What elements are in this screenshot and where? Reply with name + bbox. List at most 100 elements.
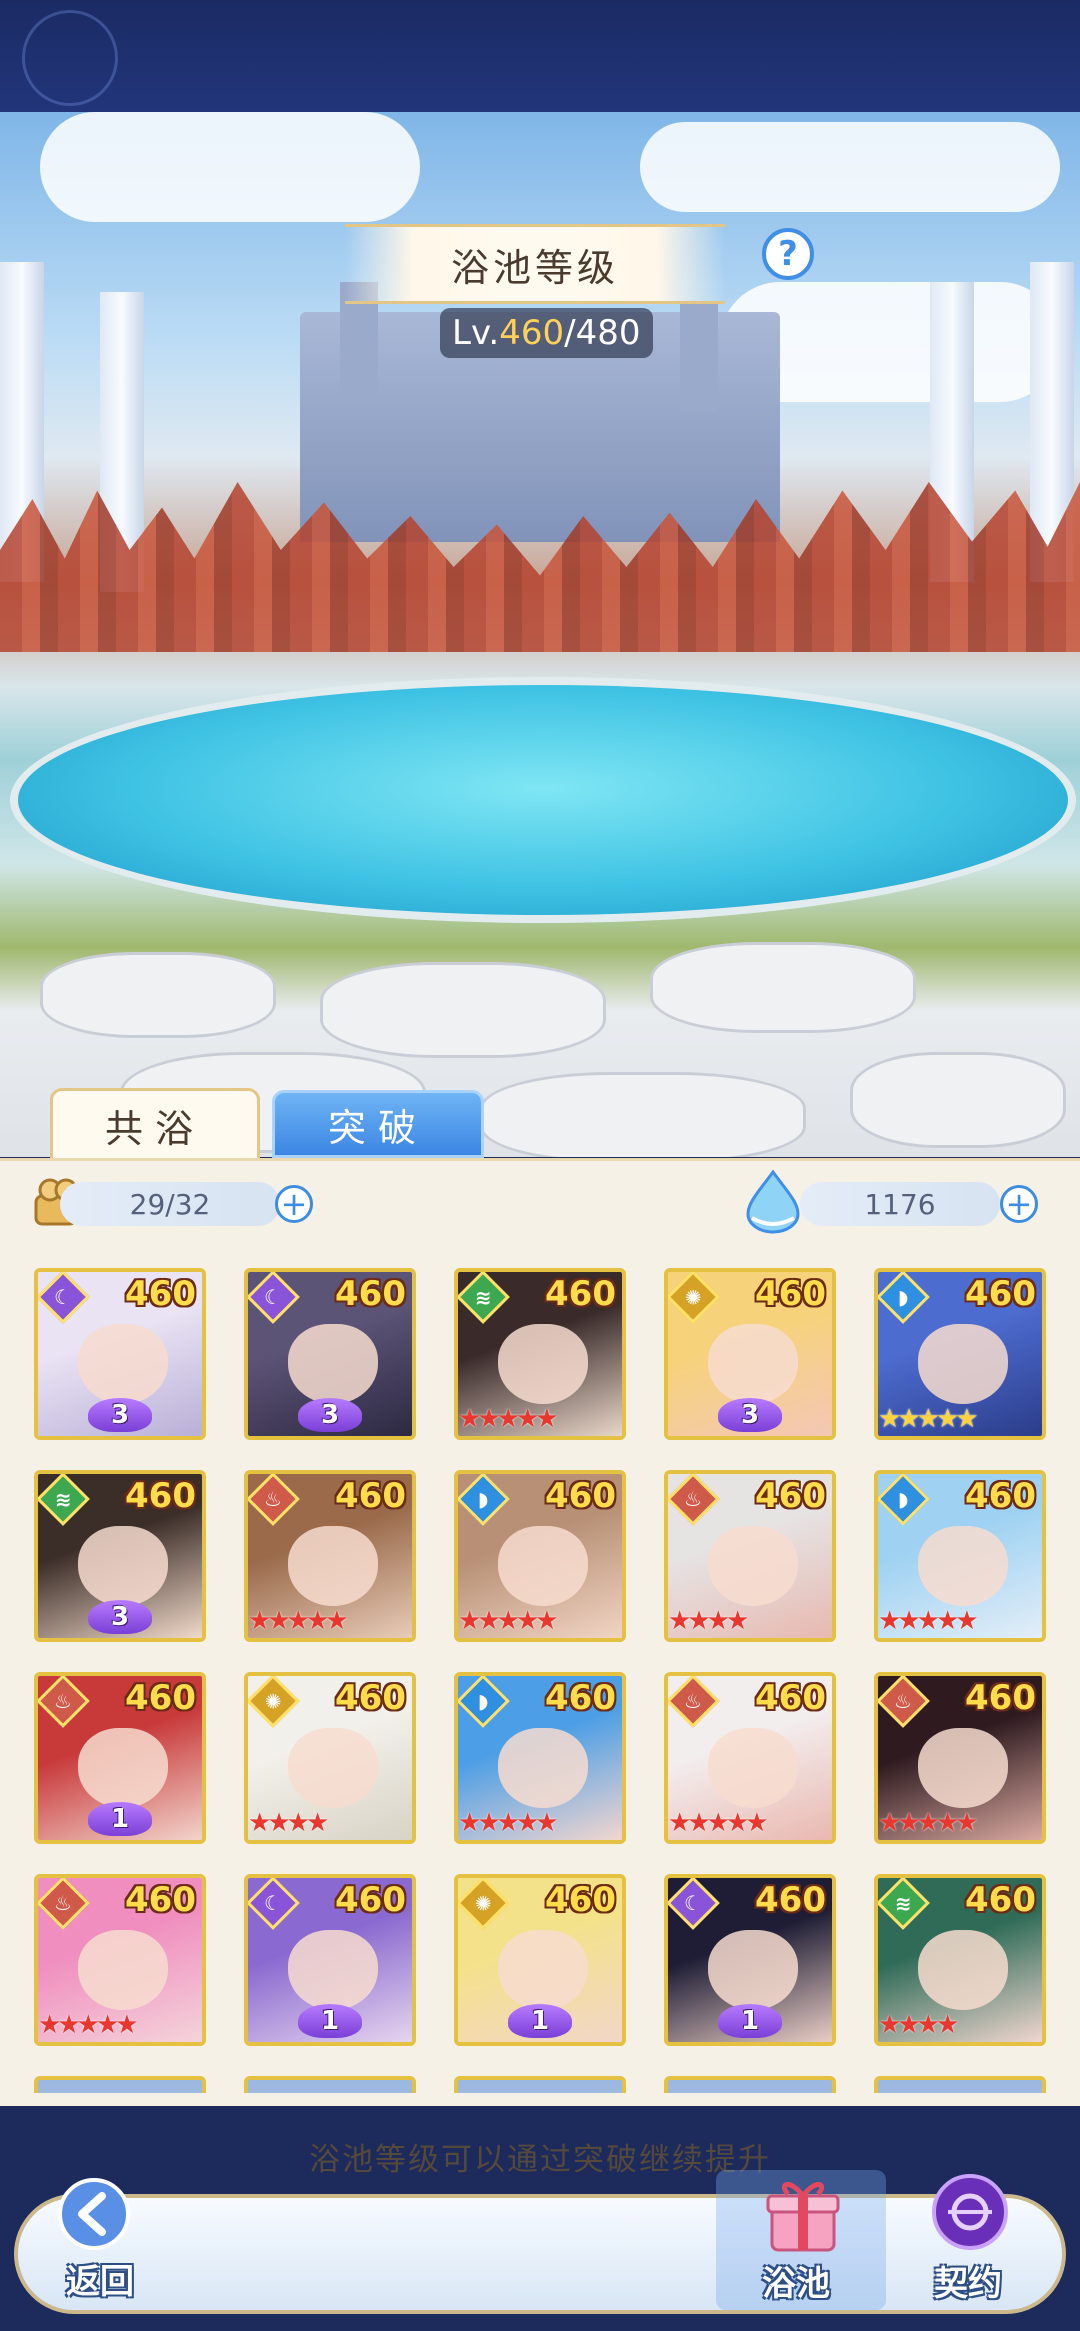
character-face xyxy=(918,1526,1008,1606)
character-card[interactable]: ♨ 460 ★★★★ xyxy=(664,1470,836,1642)
back-button[interactable]: 返回 xyxy=(40,2176,160,2306)
level-max: 480 xyxy=(575,313,641,353)
card-level: 460 xyxy=(755,1476,826,1516)
star-rating: ★★★★★ xyxy=(458,1404,559,1434)
character-face xyxy=(78,1324,168,1404)
character-card[interactable]: ≋ 460 ★★★★ xyxy=(874,1874,1046,2046)
star-icon: ★ xyxy=(935,1808,959,1838)
character-card[interactable]: ✺ 460 ★★★★ xyxy=(244,1672,416,1844)
level-separator: / xyxy=(564,313,576,353)
character-face xyxy=(498,1930,588,2010)
character-card-partial[interactable] xyxy=(454,2076,626,2093)
contract-label: 契约 xyxy=(934,2264,1002,2304)
character-face xyxy=(288,1324,378,1404)
paving-stone xyxy=(480,1072,806,1157)
tab-breakthrough[interactable]: 突破 xyxy=(272,1090,484,1158)
pool-level: Lv. 460/480 xyxy=(440,308,653,358)
rank-badge: 3 xyxy=(88,1600,152,1634)
character-card[interactable]: ◗ 460 ★★★★★ xyxy=(874,1268,1046,1440)
help-button[interactable]: ? xyxy=(762,228,814,280)
card-level: 460 xyxy=(755,1274,826,1314)
character-card[interactable]: ☾ 460 1 xyxy=(244,1874,416,2046)
nav-bath[interactable]: 浴池 xyxy=(716,2170,886,2310)
star-icon: ★ xyxy=(935,1404,959,1434)
character-card-partial[interactable] xyxy=(664,2076,836,2093)
bath-pool[interactable] xyxy=(10,677,1076,923)
star-icon: ★ xyxy=(878,1404,901,1434)
star-rating: ★★★★★ xyxy=(878,1404,979,1434)
star-icon: ★ xyxy=(916,1808,940,1838)
star-icon: ★ xyxy=(305,1606,329,1636)
star-rating: ★★★★★ xyxy=(878,1606,979,1636)
card-level: 460 xyxy=(965,1880,1036,1920)
character-card[interactable]: ☾ 460 3 xyxy=(34,1268,206,1440)
star-icon: ★ xyxy=(897,1606,920,1636)
star-icon: ★ xyxy=(535,1404,558,1434)
paving-stone xyxy=(850,1052,1066,1148)
star-icon: ★ xyxy=(935,1606,959,1636)
card-level: 460 xyxy=(335,1880,406,1920)
card-level: 460 xyxy=(125,1678,196,1718)
character-card-partial[interactable] xyxy=(874,2076,1046,2093)
character-card-partial[interactable] xyxy=(244,2076,416,2093)
cloud xyxy=(640,122,1060,212)
water-count: 1176 xyxy=(800,1182,1000,1226)
star-icon: ★ xyxy=(515,1404,539,1434)
character-card[interactable]: ♨ 460 ★★★★★ xyxy=(244,1470,416,1642)
gift-box-icon xyxy=(766,2182,840,2252)
star-icon: ★ xyxy=(687,1808,710,1838)
paving-stone xyxy=(650,942,916,1033)
star-icon: ★ xyxy=(267,1808,290,1838)
character-card[interactable]: ♨ 460 1 xyxy=(34,1672,206,1844)
tab-shared-bath[interactable]: 共浴 xyxy=(50,1088,260,1160)
card-level: 460 xyxy=(965,1274,1036,1314)
star-icon: ★ xyxy=(458,1404,481,1434)
character-card[interactable]: ◗ 460 ★★★★★ xyxy=(454,1672,626,1844)
nav-contract[interactable]: 契约 xyxy=(910,2170,1050,2310)
card-level: 460 xyxy=(125,1880,196,1920)
star-icon: ★ xyxy=(878,1808,901,1838)
star-rating: ★★★★★ xyxy=(38,2010,139,2040)
character-card[interactable]: ♨ 460 ★★★★★ xyxy=(664,1672,836,1844)
character-card[interactable]: ☾ 460 1 xyxy=(664,1874,836,2046)
star-icon: ★ xyxy=(687,1606,710,1636)
character-card[interactable]: ≋ 460 ★★★★★ xyxy=(454,1268,626,1440)
star-icon: ★ xyxy=(496,1404,520,1434)
bottom-nav xyxy=(14,2194,1066,2314)
add-water-button[interactable]: + xyxy=(1000,1185,1038,1223)
card-level: 460 xyxy=(965,1678,1036,1718)
character-card[interactable]: ◗ 460 ★★★★★ xyxy=(874,1470,1046,1642)
star-icon: ★ xyxy=(286,1606,310,1636)
add-ticket-button[interactable]: + xyxy=(275,1185,313,1223)
character-card[interactable]: ≋ 460 3 xyxy=(34,1470,206,1642)
star-rating: ★★★★★ xyxy=(458,1606,559,1636)
contract-orb-icon xyxy=(932,2174,1008,2250)
card-level: 460 xyxy=(335,1274,406,1314)
star-icon: ★ xyxy=(668,1606,691,1636)
character-card[interactable]: ♨ 460 ★★★★★ xyxy=(874,1672,1046,1844)
character-face xyxy=(708,1324,798,1404)
rank-badge: 3 xyxy=(88,1398,152,1432)
card-level: 460 xyxy=(545,1880,616,1920)
rank-badge: 1 xyxy=(298,2004,362,2038)
star-icon: ★ xyxy=(515,1606,539,1636)
star-icon: ★ xyxy=(668,1808,691,1838)
star-icon: ★ xyxy=(38,2010,61,2040)
character-card[interactable]: ◗ 460 ★★★★★ xyxy=(454,1470,626,1642)
character-face xyxy=(918,1930,1008,2010)
rank-badge: 1 xyxy=(88,1802,152,1836)
character-card[interactable]: ✺ 460 3 xyxy=(664,1268,836,1440)
card-level: 460 xyxy=(125,1476,196,1516)
star-icon: ★ xyxy=(878,2010,901,2040)
level-current: 460 xyxy=(499,313,565,353)
back-arrow-icon xyxy=(58,2178,130,2250)
character-card[interactable]: ♨ 460 ★★★★★ xyxy=(34,1874,206,2046)
star-icon: ★ xyxy=(955,1606,978,1636)
star-rating: ★★★★ xyxy=(668,1606,749,1636)
character-face xyxy=(78,1728,168,1808)
star-icon: ★ xyxy=(916,1606,940,1636)
character-card[interactable]: ☾ 460 3 xyxy=(244,1268,416,1440)
rank-badge: 3 xyxy=(718,1398,782,1432)
character-card-partial[interactable] xyxy=(34,2076,206,2093)
character-card[interactable]: ✺ 460 1 xyxy=(454,1874,626,2046)
